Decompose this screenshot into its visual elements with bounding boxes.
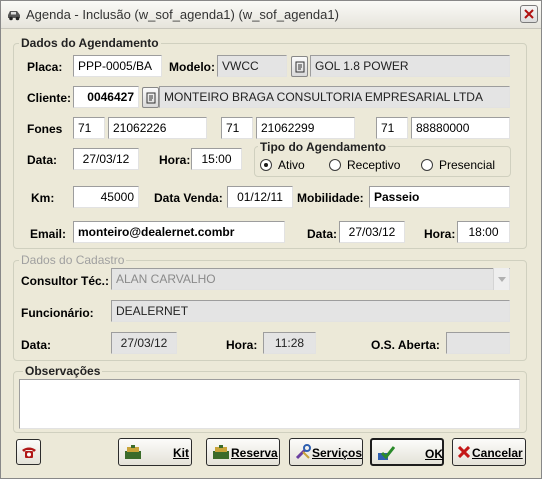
consultor-select[interactable]: ALAN CARVALHO — [111, 268, 510, 290]
close-button[interactable] — [520, 5, 538, 23]
window-title: Agenda - Inclusão (w_sof_agenda1) (w_sof… — [26, 7, 339, 22]
tipo-ativo-radio[interactable]: Ativo — [260, 158, 305, 172]
cliente-name-field[interactable]: MONTEIRO BRAGA CONSULTORIA EMPRESARIAL L… — [159, 86, 510, 108]
tipo-ativo-label: Ativo — [278, 158, 305, 172]
tipo-receptivo-radio[interactable]: Receptivo — [329, 158, 400, 172]
email-field[interactable]: monteiro@dealernet.combr — [73, 221, 285, 243]
email-hora-label: Hora: — [424, 227, 456, 241]
email-data-field[interactable]: 27/03/12 — [339, 221, 405, 243]
cliente-lookup-button[interactable] — [142, 87, 159, 108]
close-icon — [524, 9, 534, 19]
mobilidade-label: Mobilidade: — [297, 191, 364, 205]
funcionario-label: Funcionário: — [21, 306, 94, 320]
placa-field[interactable]: PPP-0005/BA — [73, 55, 162, 77]
servicos-button[interactable]: Serviços — [289, 438, 363, 466]
data-label: Data: — [27, 153, 58, 167]
modelo-code-field[interactable]: VWCC — [217, 55, 287, 77]
lookup-icon — [295, 61, 305, 73]
cadastro-group-title: Dados do Cadastro — [19, 253, 127, 267]
hora-field[interactable]: 15:00 — [191, 148, 242, 170]
ok-button[interactable]: OK — [370, 438, 444, 466]
kit-label: Kit — [173, 446, 189, 460]
email-label: Email: — [30, 227, 67, 241]
cancel-icon — [458, 446, 470, 458]
phone-button[interactable] — [16, 439, 41, 465]
funcionario-field[interactable]: DEALERNET — [111, 300, 510, 322]
radio-unselected-icon — [329, 159, 341, 171]
km-field[interactable]: 45000 — [73, 186, 139, 208]
os-aberta-field[interactable] — [446, 332, 510, 354]
fone1-number-field[interactable]: 21062226 — [108, 117, 207, 139]
mobilidade-field[interactable]: Passeio — [369, 186, 510, 208]
radio-selected-icon — [260, 159, 272, 171]
cancelar-button[interactable]: Cancelar — [452, 438, 526, 466]
radio-unselected-icon — [421, 159, 433, 171]
km-label: Km: — [31, 191, 55, 205]
tipo-presencial-radio[interactable]: Presencial — [421, 158, 495, 172]
os-aberta-label: O.S. Aberta: — [371, 338, 440, 352]
observacoes-textarea[interactable] — [19, 379, 520, 429]
consultor-label: Consultor Téc.: — [21, 274, 110, 288]
cliente-code-field[interactable]: 0046427 — [73, 86, 139, 108]
title-bar: Agenda - Inclusão (w_sof_agenda1) (w_sof… — [1, 1, 541, 29]
kit-icon — [125, 445, 141, 459]
fone3-number-field[interactable]: 88880000 — [411, 117, 510, 139]
data-venda-label: Data Venda: — [154, 191, 223, 205]
cadastro-hora-field[interactable]: 11:28 — [263, 332, 316, 354]
email-data-label: Data: — [307, 227, 338, 241]
cadastro-data-label: Data: — [21, 338, 52, 352]
agenda-window: Agenda - Inclusão (w_sof_agenda1) (w_sof… — [0, 0, 542, 479]
placa-label: Placa: — [27, 60, 63, 74]
observacoes-group-title: Observações — [23, 364, 103, 378]
kit-button[interactable]: Kit — [118, 438, 192, 466]
reserva-button[interactable]: Reserva — [206, 438, 280, 466]
tipo-presencial-label: Presencial — [439, 158, 496, 172]
lookup-icon — [146, 92, 156, 104]
cancelar-label: Cancelar — [472, 446, 523, 460]
cliente-label: Cliente: — [27, 91, 72, 105]
ok-label: OK — [425, 447, 443, 461]
tipo-agendamento-title: Tipo do Agendamento — [258, 140, 388, 154]
reserva-label: Reserva — [231, 446, 278, 460]
fones-label: Fones — [27, 122, 63, 136]
telephone-icon — [22, 447, 36, 458]
car-icon — [8, 11, 20, 21]
fone2-ddd-field[interactable]: 71 — [221, 117, 253, 139]
cadastro-data-field[interactable]: 27/03/12 — [111, 332, 177, 354]
consultor-dropdown-button[interactable] — [493, 268, 509, 290]
data-venda-field[interactable]: 01/12/11 — [227, 186, 293, 208]
data-field[interactable]: 27/03/12 — [73, 148, 139, 170]
tools-icon — [295, 444, 311, 460]
servicos-label: Serviços — [312, 446, 363, 460]
hora-label: Hora: — [159, 153, 191, 167]
email-hora-field[interactable]: 18:00 — [457, 221, 510, 243]
fone3-ddd-field[interactable]: 71 — [376, 117, 408, 139]
confirm-icon — [378, 446, 395, 460]
tipo-receptivo-label: Receptivo — [347, 158, 401, 172]
reserva-icon — [213, 445, 229, 459]
agendamento-group-title: Dados do Agendamento — [19, 36, 161, 50]
cadastro-hora-label: Hora: — [226, 338, 258, 352]
fone2-number-field[interactable]: 21062299 — [256, 117, 355, 139]
fone1-ddd-field[interactable]: 71 — [73, 117, 105, 139]
modelo-lookup-button[interactable] — [291, 56, 308, 77]
modelo-desc-field[interactable]: GOL 1.8 POWER — [310, 55, 510, 77]
modelo-label: Modelo: — [169, 60, 215, 74]
chevron-down-icon — [498, 277, 506, 282]
